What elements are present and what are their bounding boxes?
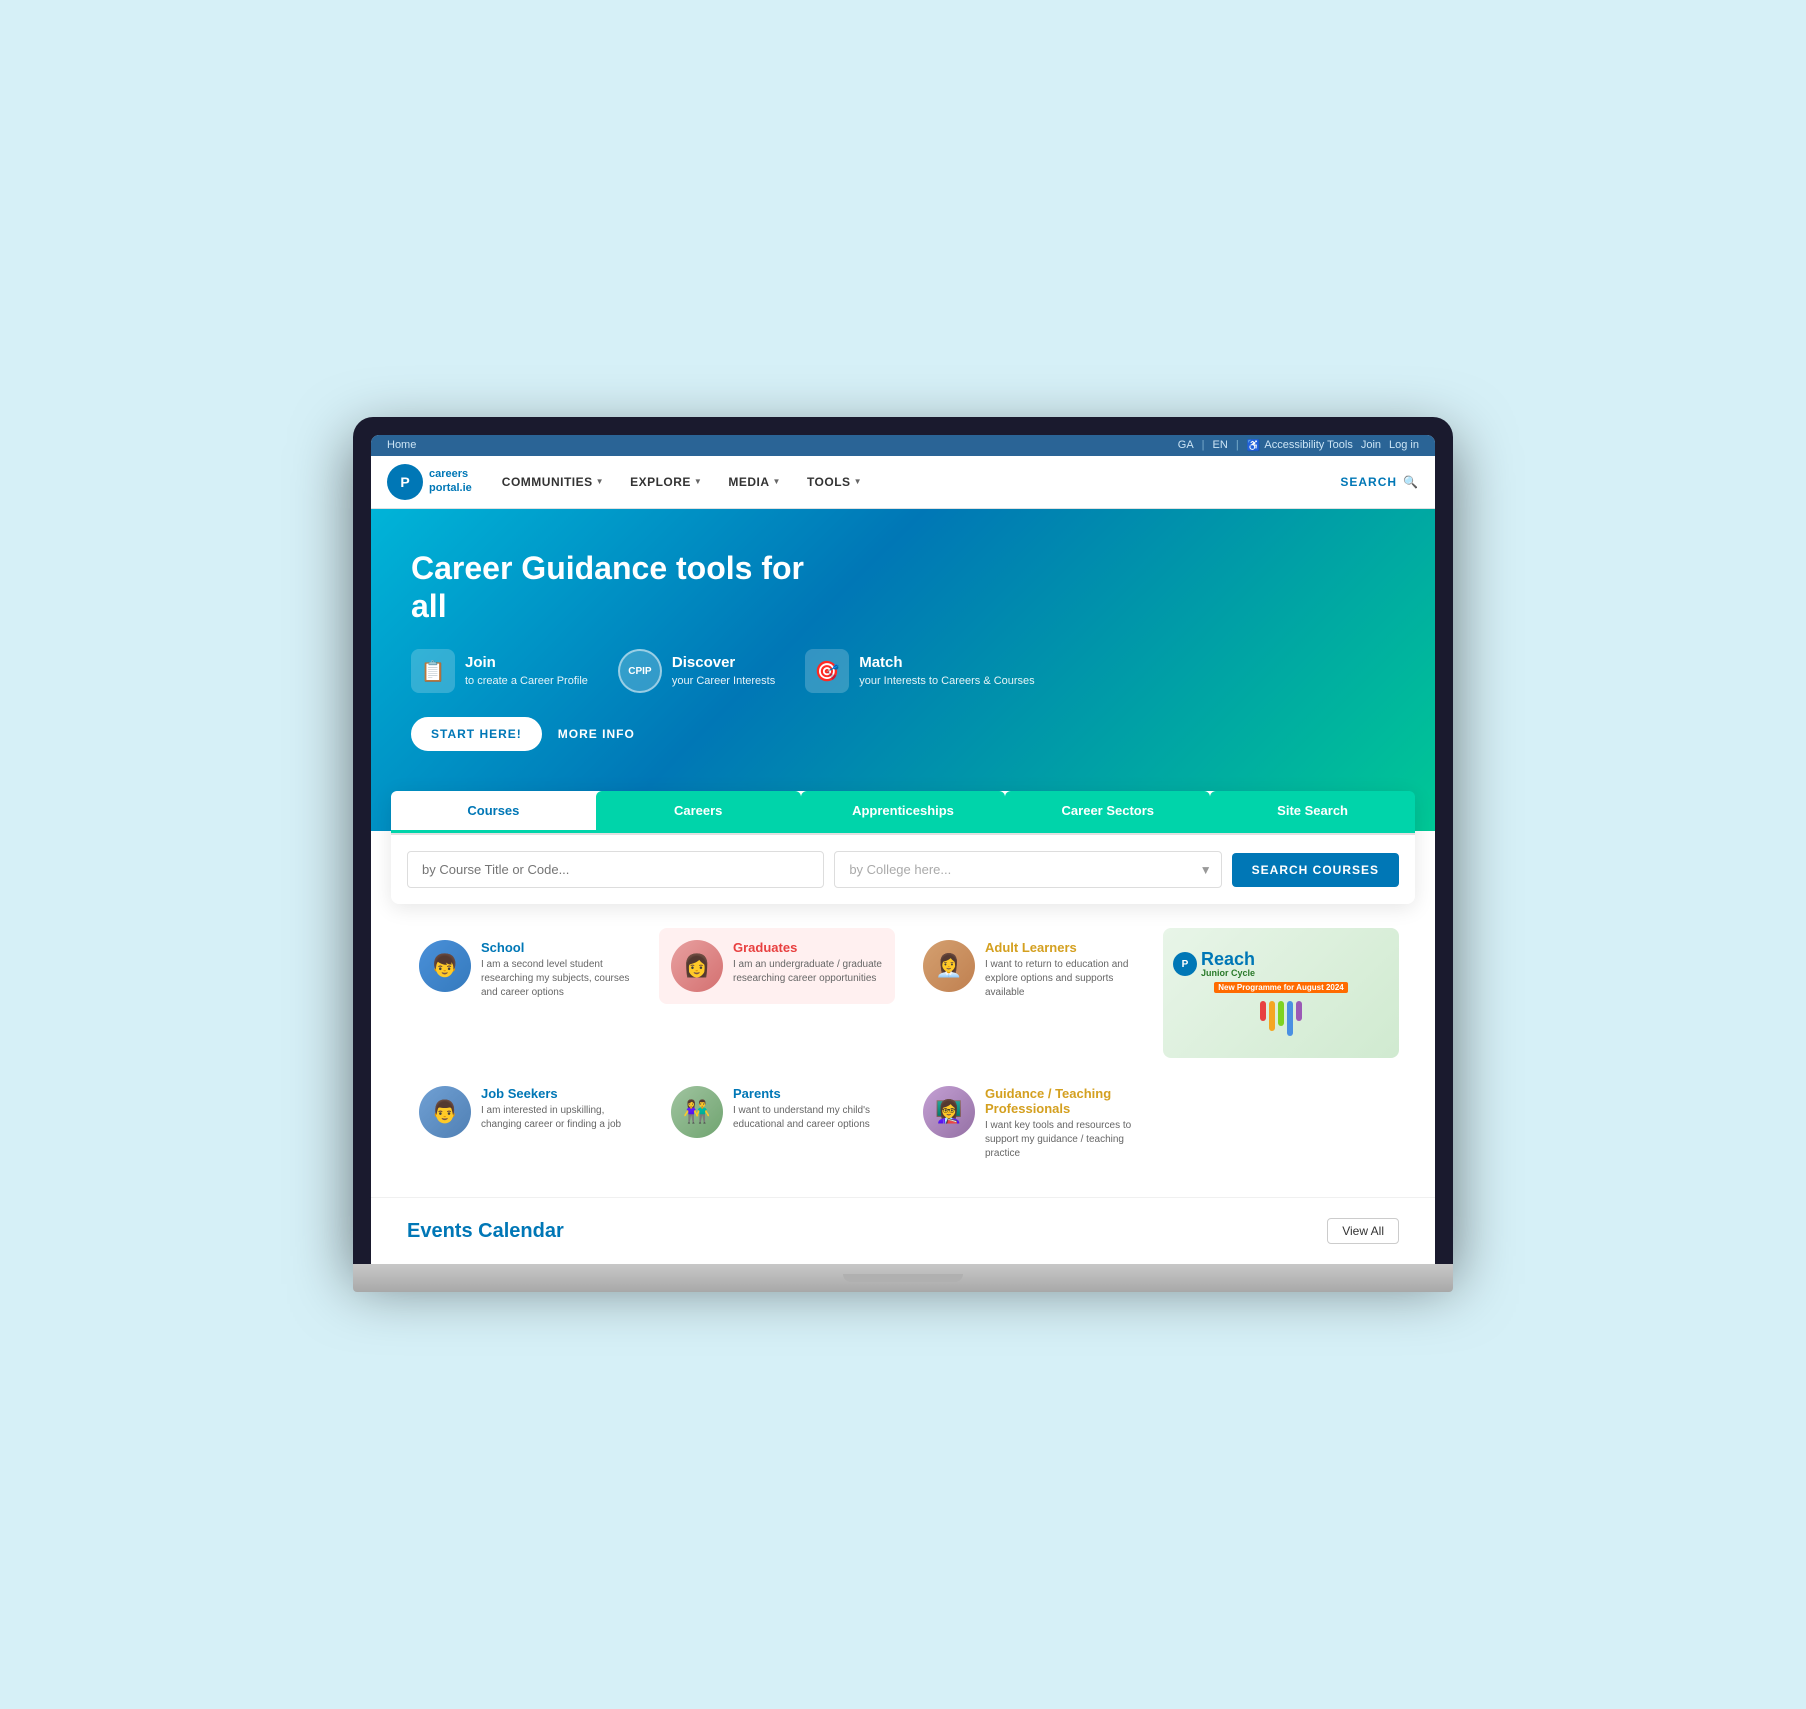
tab-content: by College here... ▼ SEARCH COURSES: [391, 835, 1415, 904]
match-feature: 🎯 Match your Interests to Careers & Cour…: [805, 649, 1034, 693]
events-calendar-title: Events Calendar: [407, 1220, 564, 1243]
laptop-notch: [843, 1274, 963, 1282]
empty-slot: [1163, 1074, 1399, 1173]
card-title: Guidance / Teaching Professionals: [985, 1086, 1135, 1116]
card-desc: I am an undergraduate / graduate researc…: [733, 958, 883, 986]
nav-links: COMMUNITIES ▼ EXPLORE ▼ MEDIA ▼ TOOLS: [492, 469, 872, 495]
tab-site-search[interactable]: Site Search: [1210, 791, 1415, 833]
search-courses-button[interactable]: SEARCH COURSES: [1232, 853, 1399, 887]
new-badge: New Programme for August 2024: [1214, 982, 1348, 993]
nav-tools[interactable]: TOOLS ▼: [797, 469, 872, 495]
en-link[interactable]: EN: [1213, 439, 1228, 451]
avatar: 👩‍💼: [923, 940, 975, 992]
join-button-top[interactable]: Join: [1361, 439, 1381, 451]
reach-subtitle: Junior Cycle: [1201, 968, 1255, 978]
card-title: School: [481, 940, 631, 955]
join-icon: 📋: [411, 649, 455, 693]
logo[interactable]: P careers portal.ie: [387, 464, 472, 500]
tab-careers[interactable]: Careers: [596, 791, 801, 833]
logo-text: careers portal.ie: [429, 468, 472, 494]
card-title: Job Seekers: [481, 1086, 631, 1101]
logo-icon: P: [387, 464, 423, 500]
more-info-link[interactable]: MORE INFO: [558, 727, 635, 741]
guidance-professionals-card[interactable]: 👩‍🏫 Guidance / Teaching Professionals I …: [911, 1074, 1147, 1173]
laptop-base: [353, 1264, 1453, 1292]
avatar: 👨: [419, 1086, 471, 1138]
card-desc: I want to understand my child's educatio…: [733, 1104, 883, 1132]
accessibility-icon: ♿: [1247, 439, 1261, 452]
avatar: 👫: [671, 1086, 723, 1138]
home-link[interactable]: Home: [387, 439, 416, 451]
separator: |: [1202, 439, 1205, 451]
discover-text: Discover your Career Interests: [672, 654, 775, 689]
card-title: Adult Learners: [985, 940, 1135, 955]
reach-title: Reach: [1201, 950, 1255, 968]
separator2: |: [1236, 439, 1239, 451]
tabs-section: Courses Careers Apprenticeships Career S…: [391, 791, 1415, 904]
join-text: Join to create a Career Profile: [465, 654, 588, 689]
match-text: Match your Interests to Careers & Course…: [859, 654, 1034, 689]
search-button[interactable]: SEARCH 🔍: [1340, 475, 1419, 489]
adult-learners-card[interactable]: 👩‍💼 Adult Learners I want to return to e…: [911, 928, 1147, 1058]
nav-media[interactable]: MEDIA ▼: [718, 469, 791, 495]
tab-career-sectors[interactable]: Career Sectors: [1005, 791, 1210, 833]
match-icon: 🎯: [805, 649, 849, 693]
start-here-button[interactable]: START HERE!: [411, 717, 542, 751]
view-all-button[interactable]: View All: [1327, 1218, 1399, 1244]
nav-explore[interactable]: EXPLORE ▼: [620, 469, 712, 495]
ga-link[interactable]: GA: [1178, 439, 1194, 451]
school-card[interactable]: 👦 School I am a second level student res…: [407, 928, 643, 1058]
hero-section: Career Guidance tools for all 📋 Join to …: [371, 509, 1435, 832]
avatar: 👩: [671, 940, 723, 992]
college-select[interactable]: by College here...: [834, 851, 1221, 888]
reach-logo-icon: P: [1173, 952, 1197, 976]
card-desc: I want to return to education and explor…: [985, 958, 1135, 1000]
reach-arrows-decoration: [1260, 1001, 1302, 1036]
card-desc: I am a second level student researching …: [481, 958, 631, 1000]
tab-courses[interactable]: Courses: [391, 791, 596, 833]
card-desc: I am interested in upskilling, changing …: [481, 1104, 631, 1132]
chevron-down-icon: ▼: [694, 477, 702, 486]
login-link[interactable]: Log in: [1389, 439, 1419, 451]
reach-banner[interactable]: P Reach Junior Cycle New Programme for A…: [1163, 928, 1399, 1058]
card-desc: I want key tools and resources to suppor…: [985, 1119, 1135, 1161]
top-bar: Home GA | EN | ♿ Accessibility Tools Joi…: [371, 435, 1435, 456]
graduates-card[interactable]: 👩 Graduates I am an undergraduate / grad…: [659, 928, 895, 1058]
chevron-down-icon: ▼: [596, 477, 604, 486]
hero-buttons: START HERE! MORE INFO: [411, 717, 1395, 751]
course-search-input[interactable]: [407, 851, 824, 888]
parents-card[interactable]: 👫 Parents I want to understand my child'…: [659, 1074, 895, 1173]
nav-communities[interactable]: COMMUNITIES ▼: [492, 469, 614, 495]
discover-feature: CPIP Discover your Career Interests: [618, 649, 775, 693]
cpip-icon: CPIP: [618, 649, 662, 693]
hero-title: Career Guidance tools for all: [411, 549, 811, 626]
avatar: 👦: [419, 940, 471, 992]
card-title: Parents: [733, 1086, 883, 1101]
nav-bar: P careers portal.ie COMMUNITIES ▼: [371, 456, 1435, 509]
tabs-row: Courses Careers Apprenticeships Career S…: [391, 791, 1415, 835]
avatar: 👩‍🏫: [923, 1086, 975, 1138]
card-title: Graduates: [733, 940, 883, 955]
search-icon: 🔍: [1403, 475, 1419, 489]
events-section: Events Calendar View All: [371, 1197, 1435, 1264]
job-seekers-card[interactable]: 👨 Job Seekers I am interested in upskill…: [407, 1074, 643, 1173]
tab-apprenticeships[interactable]: Apprenticeships: [801, 791, 1006, 833]
user-cards-grid: 👦 School I am a second level student res…: [407, 928, 1399, 1173]
chevron-down-icon: ▼: [773, 477, 781, 486]
accessibility-tools-link[interactable]: ♿ Accessibility Tools: [1247, 439, 1353, 452]
college-select-wrapper: by College here... ▼: [834, 851, 1221, 888]
hero-features: 📋 Join to create a Career Profile CPIP D…: [411, 649, 1395, 693]
user-cards-section: 👦 School I am a second level student res…: [371, 904, 1435, 1197]
chevron-down-icon: ▼: [854, 477, 862, 486]
join-feature: 📋 Join to create a Career Profile: [411, 649, 588, 693]
